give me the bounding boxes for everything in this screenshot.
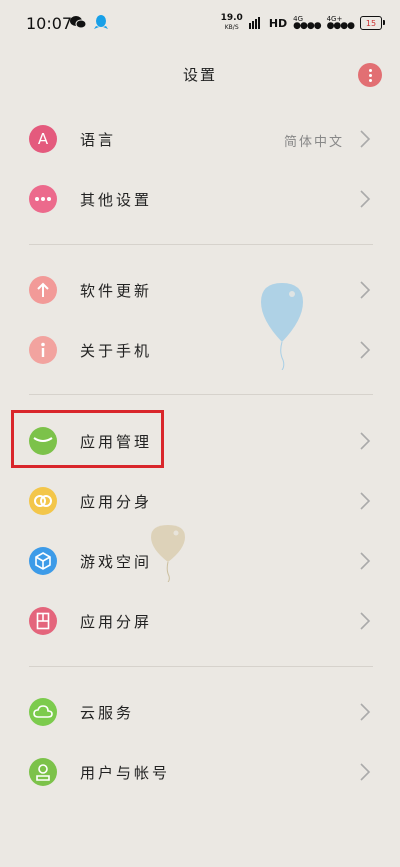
settings-item-user-account[interactable]: 用户与帐号 [0,744,400,800]
split-screen-icon [29,607,57,635]
network-speed-unit: KB/S [224,24,239,31]
qq-icon [94,15,108,29]
battery-icon: 15 [360,16,385,30]
chevron-right-icon [360,612,371,630]
settings-item-label: 语言 [80,131,117,149]
settings-item-app-clone[interactable]: 应用分身 [0,473,400,529]
more-options-button[interactable] [358,63,382,87]
settings-item-game-space[interactable]: 游戏空间 [0,533,400,589]
signal-1: 4G ●●●● [293,16,321,31]
cube-icon [29,547,57,575]
settings-item-label: 游戏空间 [80,553,153,571]
blue-balloon-icon [261,283,303,370]
battery-level: 15 [365,18,377,28]
wechat-icon [70,16,86,29]
section-divider [29,394,373,395]
settings-item-cloud-service[interactable]: 云服务 [0,684,400,740]
notification-icons [70,15,108,30]
person-icon [29,758,57,786]
settings-item-about-phone[interactable]: 关于手机 [0,322,400,378]
settings-item-language[interactable]: A 语言 简体中文 [0,111,400,167]
highlight-box [11,410,164,468]
settings-item-split-screen[interactable]: 应用分屏 [0,593,400,649]
section-divider [29,666,373,667]
settings-item-software-update[interactable]: 软件更新 [0,262,400,318]
double-circle-icon [29,487,57,515]
beige-balloon-icon [151,525,185,582]
hd-badge: HD [268,16,288,30]
settings-item-label: 应用分屏 [80,613,153,631]
signal-2: 4G+ ●●●● [326,16,355,31]
settings-item-value: 简体中文 [283,135,344,150]
status-bar: 10:07 19.0 KB/S HD 4G ●●●● 4G+ ●●●● 15 [0,0,400,44]
chevron-right-icon [360,281,371,299]
info-icon [29,336,57,364]
chevron-right-icon [360,703,371,721]
signal-2-bars: ●●●● [326,21,355,31]
header: 设置 [0,56,400,92]
more-dot-icon [368,78,372,82]
chevron-right-icon [360,552,371,570]
chevron-right-icon [360,341,371,359]
chevron-right-icon [360,763,371,781]
cloud-icon [29,698,57,726]
settings-item-label: 应用分身 [80,493,153,511]
arrow-up-icon [29,276,57,304]
ellipsis-icon [29,185,57,213]
more-dot-icon [368,73,372,77]
status-time: 10:07 [26,14,73,33]
settings-item-label: 云服务 [80,704,135,722]
chevron-right-icon [360,130,371,148]
network-speed: 19.0 KB/S [221,14,243,32]
settings-item-label: 用户与帐号 [80,764,171,782]
page-title: 设置 [182,66,217,84]
signal-1-bars: ●●●● [293,21,321,31]
data-transfer-icon [248,17,260,29]
chevron-right-icon [360,190,371,208]
section-divider [29,244,373,245]
network-speed-value: 19.0 [220,13,243,23]
letter-a-icon: A [29,125,57,153]
chevron-right-icon [360,432,371,450]
settings-item-other[interactable]: 其他设置 [0,171,400,227]
settings-item-label: 其他设置 [80,191,153,209]
more-dot-icon [368,68,372,72]
chevron-right-icon [360,492,371,510]
settings-item-label: 关于手机 [80,342,153,360]
status-right: 19.0 KB/S HD 4G ●●●● 4G+ ●●●● 15 [221,14,385,32]
settings-item-label: 软件更新 [80,282,153,300]
